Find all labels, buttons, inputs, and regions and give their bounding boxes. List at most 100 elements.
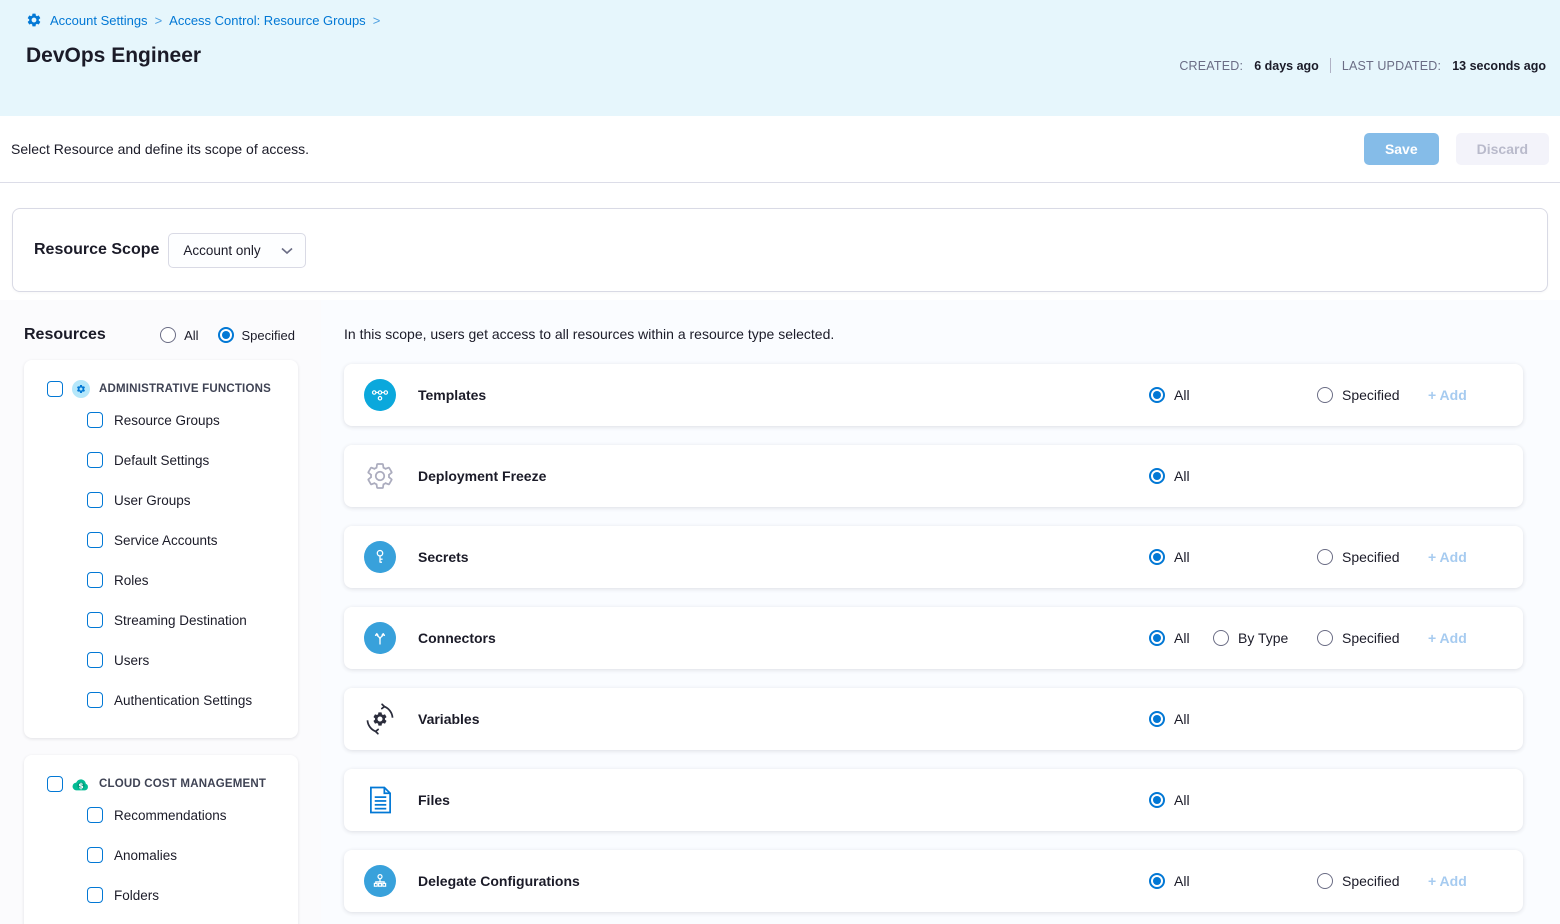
radio-option-all[interactable]: All bbox=[1149, 792, 1190, 808]
breadcrumb-separator: > bbox=[155, 13, 163, 28]
radio-option-specified[interactable]: Specified bbox=[1317, 549, 1400, 565]
created-value: 6 days ago bbox=[1254, 59, 1319, 73]
group-header: ADMINISTRATIVE FUNCTIONS bbox=[24, 360, 298, 400]
item-checkbox[interactable] bbox=[87, 572, 103, 588]
item-checkbox[interactable] bbox=[87, 692, 103, 708]
add-button[interactable]: + Add bbox=[1428, 387, 1467, 403]
resource-row-connectors: Connectors All By Type Specified + Add bbox=[344, 607, 1523, 669]
admin-functions-icon bbox=[72, 380, 90, 398]
delegate-configurations-icon bbox=[364, 865, 396, 897]
resources-title: Resources bbox=[24, 326, 106, 344]
group-checkbox[interactable] bbox=[47, 381, 63, 397]
resource-row-variables: Variables All bbox=[344, 688, 1523, 750]
radio-option-all[interactable]: All bbox=[1149, 387, 1190, 403]
radio-icon bbox=[1149, 549, 1165, 565]
group-label: ADMINISTRATIVE FUNCTIONS bbox=[99, 383, 271, 395]
radio-icon bbox=[1149, 468, 1165, 484]
meta-divider bbox=[1330, 58, 1331, 73]
resource-row-secrets: Secrets All Specified + Add bbox=[344, 526, 1523, 588]
resources-filter-group: All Specified bbox=[160, 327, 295, 343]
resource-row-label: Connectors bbox=[418, 630, 496, 646]
connectors-icon bbox=[364, 622, 396, 654]
radio-icon bbox=[1149, 792, 1165, 808]
templates-icon bbox=[364, 379, 396, 411]
breadcrumb: Account Settings > Access Control: Resou… bbox=[26, 12, 1548, 28]
discard-button[interactable]: Discard bbox=[1456, 133, 1549, 165]
item-checkbox[interactable] bbox=[87, 807, 103, 823]
settings-gear-icon bbox=[26, 12, 42, 28]
list-item-folders: Folders bbox=[24, 875, 298, 915]
item-checkbox[interactable] bbox=[87, 652, 103, 668]
toolbar-description: Select Resource and define its scope of … bbox=[11, 141, 309, 157]
radio-icon bbox=[1149, 387, 1165, 403]
group-label: CLOUD COST MANAGEMENT bbox=[99, 778, 266, 790]
resources-panel: Resources All Specified ADMINISTRATIVE bbox=[0, 300, 321, 924]
radio-icon bbox=[1149, 873, 1165, 889]
list-item-recommendations: Recommendations bbox=[24, 795, 298, 835]
resource-scope-select[interactable]: Account only bbox=[168, 233, 305, 268]
list-item-anomalies: Anomalies bbox=[24, 835, 298, 875]
radio-icon bbox=[1149, 711, 1165, 727]
resource-scope-label: Resource Scope bbox=[34, 241, 159, 259]
list-item-authentication-settings: Authentication Settings bbox=[24, 680, 298, 720]
radio-option-all[interactable]: All bbox=[1149, 549, 1190, 565]
resource-row-delegate-configurations: Delegate Configurations All Specified + … bbox=[344, 850, 1523, 912]
radio-option-all[interactable]: All bbox=[1149, 630, 1190, 646]
add-button[interactable]: + Add bbox=[1428, 549, 1467, 565]
group-header: $ CLOUD COST MANAGEMENT bbox=[24, 755, 298, 795]
resource-row-label: Deployment Freeze bbox=[418, 468, 546, 484]
radio-option-specified[interactable]: Specified bbox=[1317, 873, 1400, 889]
item-checkbox[interactable] bbox=[87, 847, 103, 863]
meta-info: CREATED: 6 days ago LAST UPDATED: 13 sec… bbox=[1179, 58, 1546, 73]
resources-filter-all[interactable]: All bbox=[160, 327, 198, 343]
list-item-roles: Roles bbox=[24, 560, 298, 600]
radio-option-by-type[interactable]: By Type bbox=[1213, 630, 1288, 646]
radio-option-specified[interactable]: Specified bbox=[1317, 387, 1400, 403]
add-button[interactable]: + Add bbox=[1428, 630, 1467, 646]
radio-option-specified[interactable]: Specified bbox=[1317, 630, 1400, 646]
group-checkbox[interactable] bbox=[47, 776, 63, 792]
item-checkbox[interactable] bbox=[87, 452, 103, 468]
item-checkbox[interactable] bbox=[87, 612, 103, 628]
resources-panel-header: Resources All Specified bbox=[0, 300, 321, 360]
breadcrumb-account-settings[interactable]: Account Settings bbox=[50, 13, 148, 28]
scope-main-panel: In this scope, users get access to all r… bbox=[321, 300, 1560, 924]
radio-option-all[interactable]: All bbox=[1149, 468, 1190, 484]
save-button[interactable]: Save bbox=[1364, 133, 1439, 165]
resource-row-label: Templates bbox=[418, 387, 486, 403]
radio-option-all[interactable]: All bbox=[1149, 711, 1190, 727]
scope-description: In this scope, users get access to all r… bbox=[344, 326, 1523, 342]
item-checkbox[interactable] bbox=[87, 412, 103, 428]
list-item-service-accounts: Service Accounts bbox=[24, 520, 298, 560]
resources-filter-specified[interactable]: Specified bbox=[218, 327, 295, 343]
item-checkbox[interactable] bbox=[87, 532, 103, 548]
resource-row-deployment-freeze: Deployment Freeze All bbox=[344, 445, 1523, 507]
action-toolbar: Select Resource and define its scope of … bbox=[0, 116, 1560, 183]
radio-icon bbox=[1317, 873, 1333, 889]
radio-icon bbox=[1317, 549, 1333, 565]
variables-icon bbox=[364, 703, 396, 735]
resource-group-cloud-cost-management: $ CLOUD COST MANAGEMENT Recommendations … bbox=[24, 755, 298, 924]
workspace: Resources All Specified ADMINISTRATIVE bbox=[0, 300, 1560, 924]
radio-icon bbox=[1213, 630, 1229, 646]
chevron-down-icon bbox=[281, 243, 293, 258]
item-checkbox[interactable] bbox=[87, 492, 103, 508]
list-item-default-settings: Default Settings bbox=[24, 440, 298, 480]
deployment-freeze-icon bbox=[364, 460, 396, 492]
radio-icon bbox=[1317, 387, 1333, 403]
add-button[interactable]: + Add bbox=[1428, 873, 1467, 889]
breadcrumb-access-control[interactable]: Access Control: Resource Groups bbox=[169, 13, 366, 28]
resource-row-label: Variables bbox=[418, 711, 480, 727]
last-updated-label: LAST UPDATED: bbox=[1342, 59, 1441, 73]
resource-scope-selected-value: Account only bbox=[183, 243, 260, 258]
cloud-cost-icon: $ bbox=[72, 775, 90, 793]
list-item-resource-groups: Resource Groups bbox=[24, 400, 298, 440]
resource-row-templates: Templates All Specified + Add bbox=[344, 364, 1523, 426]
item-checkbox[interactable] bbox=[87, 887, 103, 903]
toolbar-actions: Save Discard bbox=[1364, 133, 1549, 165]
radio-option-all[interactable]: All bbox=[1149, 873, 1190, 889]
list-item-streaming-destination: Streaming Destination bbox=[24, 600, 298, 640]
radio-icon bbox=[1149, 630, 1165, 646]
radio-icon bbox=[1317, 630, 1333, 646]
list-item-users: Users bbox=[24, 640, 298, 680]
